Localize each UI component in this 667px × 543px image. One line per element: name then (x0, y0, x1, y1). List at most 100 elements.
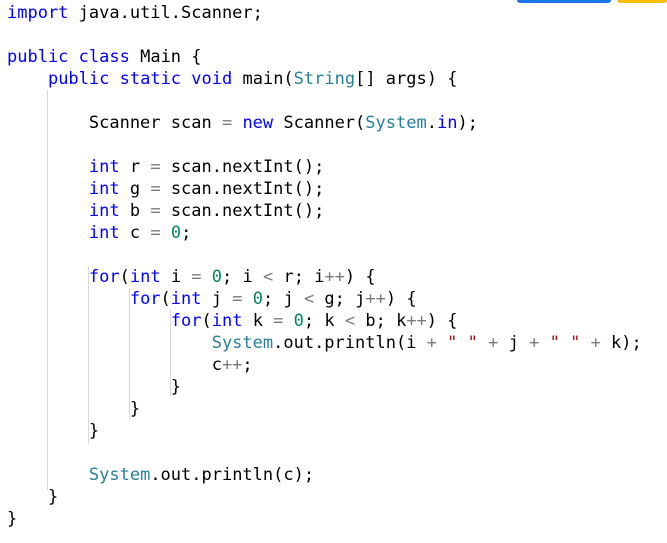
code-token: b (119, 201, 151, 221)
code-line[interactable]: } (7, 420, 642, 442)
code-line[interactable]: c++; (7, 354, 642, 376)
code-line[interactable]: int g = scan.nextInt(); (7, 178, 642, 200)
code-token: ; i (222, 267, 263, 287)
code-token: + (426, 333, 437, 353)
code-line[interactable]: int r = scan.nextInt(); (7, 156, 642, 178)
code-token: scan.nextInt(); (160, 201, 325, 221)
code-token: b; k (355, 311, 407, 331)
code-line[interactable]: for(int j = 0; j < g; j++) { (7, 288, 642, 310)
code-token: ++ (365, 289, 386, 309)
code-token: < (303, 289, 315, 309)
code-line[interactable] (7, 90, 642, 112)
code-token: Main { (129, 47, 202, 67)
code-token: int (88, 179, 120, 199)
code-token: = (232, 289, 243, 309)
code-token: = (150, 223, 161, 243)
code-token: " " (447, 333, 478, 353)
code-line[interactable]: System.out.println(c); (7, 464, 642, 486)
code-token: void (191, 69, 233, 89)
code-line[interactable] (7, 24, 642, 46)
code-token: main( (232, 69, 294, 89)
code-token: ++ (324, 267, 345, 287)
code-token: ; (242, 355, 253, 375)
code-token: System (365, 113, 427, 133)
code-token: } (7, 399, 141, 419)
code-token: ) { (385, 289, 417, 309)
code-token: = (150, 201, 161, 221)
code-token: 0 (252, 289, 263, 309)
code-line[interactable]: for(int k = 0; k < b; k++) { (7, 310, 642, 332)
code-token: .out.println(i (273, 333, 427, 353)
code-token: + (488, 333, 499, 353)
code-line[interactable]: public static void main(String[] args) { (7, 68, 642, 90)
code-token: = (150, 157, 161, 177)
code-line[interactable]: public class Main { (7, 46, 642, 68)
code-line[interactable]: Scanner scan = new Scanner(System.in); (7, 112, 642, 134)
code-token: " " (549, 333, 581, 353)
code-line[interactable]: int b = scan.nextInt(); (7, 200, 642, 222)
code-token: 0 (170, 223, 182, 243)
code-token: ++ (406, 311, 427, 331)
code-line[interactable]: } (7, 508, 642, 530)
code-token: int (88, 223, 120, 243)
code-token: ( (201, 311, 212, 331)
code-editor[interactable]: import java.util.Scanner; public class Ma… (7, 2, 642, 530)
code-token: j (498, 333, 530, 353)
code-token: public (7, 47, 69, 67)
code-token: r; i (273, 267, 325, 287)
code-line[interactable]: } (7, 398, 642, 420)
code-token: } (7, 377, 181, 397)
code-token: i (160, 267, 192, 287)
code-line[interactable] (7, 244, 642, 266)
code-token: r (119, 157, 151, 177)
code-token: import (7, 3, 69, 23)
code-token: k); (600, 333, 642, 353)
code-token: class (78, 47, 130, 67)
code-token: g; j (314, 289, 366, 309)
code-line[interactable]: } (7, 486, 642, 508)
code-token: String (293, 69, 356, 89)
code-line[interactable] (7, 442, 642, 464)
code-token: ); (457, 113, 478, 133)
code-token: int (211, 311, 243, 331)
code-token: in (436, 113, 458, 133)
code-token: [] args) { (355, 69, 458, 89)
code-token: ++ (221, 355, 243, 375)
code-token: g (119, 179, 151, 199)
code-token: ; (181, 223, 192, 243)
code-token: ( (119, 267, 130, 287)
code-token: int (170, 289, 202, 309)
code-token: ) { (344, 267, 376, 287)
code-line[interactable] (7, 134, 642, 156)
code-token: ; j (262, 289, 304, 309)
code-token: ) { (426, 311, 458, 331)
code-line[interactable]: } (7, 376, 642, 398)
code-token: 0 (211, 267, 223, 287)
code-token: 0 (293, 311, 304, 331)
code-token: } (7, 509, 18, 529)
code-token: j (201, 289, 233, 309)
code-line[interactable]: System.out.println(i + " " + j + " " + k… (7, 332, 642, 354)
code-token: System (211, 333, 274, 353)
code-line[interactable]: int c = 0; (7, 222, 642, 244)
code-token: .out.println(c); (150, 465, 315, 485)
code-token: + (529, 333, 540, 353)
code-token: System (88, 465, 151, 485)
code-token: < (263, 267, 274, 287)
code-token: = (150, 179, 161, 199)
code-line[interactable]: for(int i = 0; i < r; i++) { (7, 266, 642, 288)
code-line[interactable]: import java.util.Scanner; (7, 2, 642, 24)
code-token: scan.nextInt(); (160, 179, 325, 199)
code-token: for (170, 311, 202, 331)
